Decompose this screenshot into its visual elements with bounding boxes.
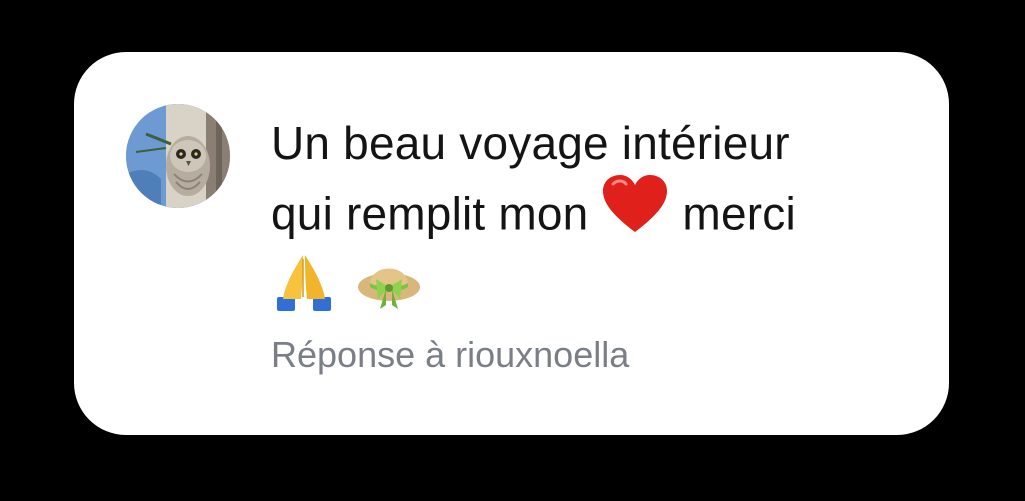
- heart-emoji-icon: [601, 174, 669, 253]
- owl-avatar-icon: [126, 104, 230, 208]
- comment-line-2: qui remplit mon merci: [271, 175, 911, 257]
- praying-hands-emoji-icon: [271, 253, 337, 332]
- reply-label[interactable]: Réponse à riouxnoella: [271, 333, 629, 377]
- comment-line-2-end: merci: [682, 187, 796, 240]
- comment-line-3: [271, 255, 911, 336]
- comment-card: Un beau voyage intérieur qui remplit mon…: [74, 52, 949, 435]
- user-avatar[interactable]: [126, 104, 230, 208]
- comment-text: Un beau voyage intérieur qui remplit mon…: [271, 108, 911, 336]
- comment-line-1: Un beau voyage intérieur: [271, 117, 790, 169]
- comment-line-2-start: qui remplit mon: [271, 187, 589, 240]
- hat-with-bow-emoji-icon: [356, 253, 422, 332]
